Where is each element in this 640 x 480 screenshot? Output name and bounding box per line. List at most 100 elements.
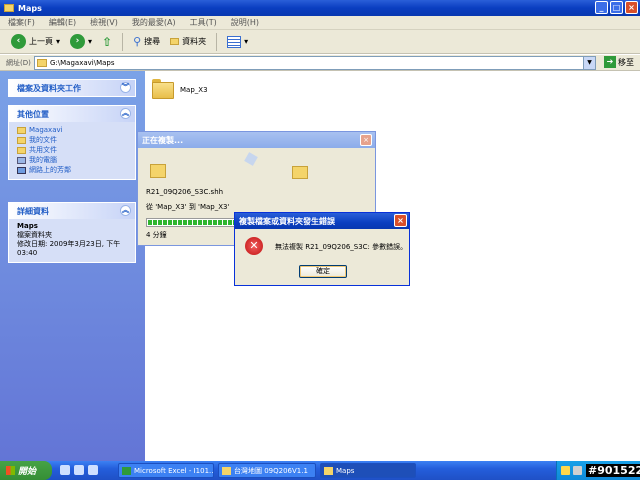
folder-icon [17,126,26,134]
network-icon [17,166,26,174]
taskbar-item-label: Maps [336,466,355,475]
watermark: #901522 [586,464,640,477]
menu-favorites[interactable]: 我的最愛(A) [132,17,176,28]
toolbar-separator [122,32,124,51]
tray-icon[interactable] [561,466,570,475]
details-panel: 詳細資料 ︽ Maps 檔案資料夾 修改日期: 2009年3月23日, 下午 0… [8,202,136,263]
details-name: Maps [17,222,38,230]
copy-from-to: 從 'Map_X3' 到 'Map_X3' [146,203,230,211]
up-folder-button[interactable]: ⇧ [99,32,115,52]
back-label: 上一頁 [29,37,53,46]
error-dialog-title: 複製檔案或資料夾發生錯誤 [239,216,335,226]
go-arrow-icon: ➔ [604,56,616,68]
minimize-button[interactable]: _ [595,1,608,14]
error-dialog-titlebar[interactable]: 複製檔案或資料夾發生錯誤 [235,213,409,229]
folder-item-label[interactable]: Map_X3 [180,86,208,94]
address-input[interactable]: G:\Magaxavi\Maps ▼ [34,56,596,70]
taskbar-item-maps[interactable]: Maps [320,463,416,478]
volume-icon[interactable] [573,466,582,475]
folder-icon [170,38,180,45]
views-icon [227,35,242,48]
search-icon: ⚲ [133,35,142,48]
show-desktop-icon[interactable] [74,465,84,475]
error-message: 無法複製 R21_09Q206_S3C: 參數錯誤。 [275,243,408,251]
ok-button[interactable]: 確定 [299,265,347,278]
sidebar-item-label: Magaxavi [29,126,63,134]
folder-icon[interactable] [152,79,174,99]
sidebar-item-my-computer[interactable]: 我的電腦 [17,155,129,165]
menu-edit[interactable]: 編輯(E) [49,17,76,28]
menu-help[interactable]: 說明(H) [231,17,259,28]
folders-button[interactable]: 資料夾 [167,32,209,52]
details-modified: 修改日期: 2009年3月23日, 下午 03:40 [17,240,121,257]
close-button[interactable]: × [360,134,372,146]
tasks-panel-header[interactable]: 檔案及資料夾工作 ︾ [9,80,135,96]
folder-icon [4,4,14,12]
sidebar-item-label: 網路上的芳鄰 [29,166,71,174]
other-places-header[interactable]: 其他位置 ︽ [9,106,135,122]
taskbar-item-map[interactable]: 台灣地圖 09Q206V1.1 [218,463,316,478]
sidebar-item-magaxavi[interactable]: Magaxavi [17,125,129,135]
excel-icon [122,466,131,475]
task-pane: 檔案及資料夾工作 ︾ 其他位置 ︽ Magaxavi 我的文件 共用文件 我的電… [0,71,145,461]
close-button[interactable]: × [394,214,407,227]
other-places-panel: 其他位置 ︽ Magaxavi 我的文件 共用文件 我的電腦 網路上的芳鄰 [8,105,136,180]
menu-view[interactable]: 檢視(V) [90,17,118,28]
details-title: 詳細資料 [17,206,49,216]
folder-icon [222,466,231,475]
chevron-down-icon[interactable]: ▼ [583,57,595,69]
start-button[interactable]: 開始 [0,461,52,480]
chevron-down-icon[interactable]: ▾ [244,37,248,46]
details-header[interactable]: 詳細資料 ︽ [9,203,135,219]
address-label: 網址(D) [6,58,31,67]
copy-dialog-title: 正在複製... [142,135,184,145]
up-folder-icon: ⇧ [102,34,113,49]
chevron-down-icon[interactable]: ︾ [120,82,131,93]
go-button[interactable]: ➔ 移至 [604,56,634,68]
chevron-up-icon[interactable]: ︽ [120,108,131,119]
folder-icon [17,136,26,144]
copy-filename: R21_09Q206_S3C.shh [146,188,224,196]
taskbar: 開始 Microsoft Excel - I101... 台灣地圖 09Q206… [0,461,640,480]
taskbar-item-excel[interactable]: Microsoft Excel - I101... [118,463,214,478]
chevron-up-icon[interactable]: ︽ [120,205,131,216]
toolbar-separator [216,32,218,51]
error-icon: ✕ [245,237,263,255]
sidebar-item-label: 我的電腦 [29,156,57,164]
go-label: 移至 [618,57,634,67]
sidebar-item-label: 我的文件 [29,136,57,144]
sidebar-item-network-places[interactable]: 網路上的芳鄰 [17,165,129,175]
address-path: G:\Magaxavi\Maps [50,59,115,67]
menu-tools[interactable]: 工具(T) [190,17,217,28]
folder-icon [292,166,308,179]
sidebar-item-my-documents[interactable]: 我的文件 [17,135,129,145]
ie-icon[interactable] [60,465,70,475]
menu-file[interactable]: 檔案(F) [8,17,35,28]
chevron-down-icon[interactable]: ▾ [88,37,92,46]
taskbar-item-label: Microsoft Excel - I101... [134,466,214,475]
copy-dialog-titlebar[interactable]: 正在複製... [138,132,375,148]
back-button[interactable]: ‹ 上一頁 ▾ [8,32,63,52]
window-titlebar[interactable]: Maps _ □ × [0,0,640,16]
flying-paper-icon [244,152,258,166]
search-button[interactable]: ⚲ 搜尋 [130,32,163,52]
search-label: 搜尋 [144,37,161,46]
views-button[interactable]: ▾ [224,32,251,52]
folder-icon [17,146,26,154]
folder-icon [324,466,333,475]
explorer-icon[interactable] [88,465,98,475]
copy-time-left: 4 分鐘 [146,231,167,239]
sidebar-item-label: 共用文件 [29,146,57,154]
maximize-button[interactable]: □ [610,1,623,14]
menu-bar: 檔案(F) 編輯(E) 檢視(V) 我的最愛(A) 工具(T) 說明(H) [0,16,640,30]
chevron-down-icon[interactable]: ▾ [56,37,60,46]
sidebar-item-shared-documents[interactable]: 共用文件 [17,145,129,155]
forward-button[interactable]: › ▾ [67,32,95,52]
folder-icon [37,59,47,67]
toolbar: ‹ 上一頁 ▾ › ▾ ⇧ ⚲ 搜尋 資料夾 ▾ [0,30,640,54]
computer-icon [17,156,26,164]
error-dialog: 複製檔案或資料夾發生錯誤 × ✕ 無法複製 R21_09Q206_S3C: 參數… [234,212,410,286]
other-places-title: 其他位置 [17,109,49,119]
forward-arrow-icon: › [70,34,86,49]
close-button[interactable]: × [625,1,638,14]
